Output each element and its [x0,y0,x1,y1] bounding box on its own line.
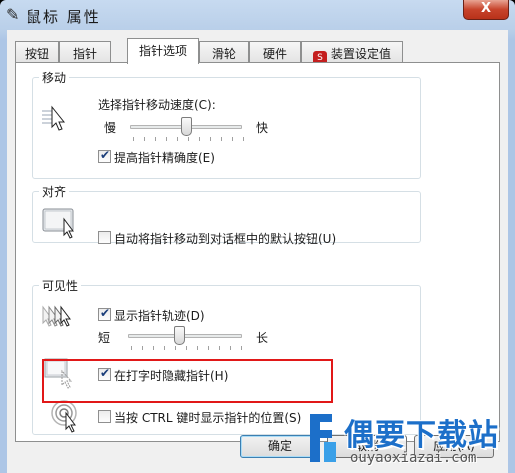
watermark-logo-icon [310,414,336,462]
short-label: 短 [98,331,111,345]
speed-slider-thumb[interactable] [181,117,192,136]
tab-pointer-options[interactable]: 指针选项 [127,38,199,64]
speed-label: 选择指针移动速度(C): [98,98,216,112]
tab-device-settings[interactable]: S 装置设定值 [301,41,403,65]
show-location-icon [51,400,77,433]
tab-wheel[interactable]: 滑轮 [199,41,249,63]
ctrl-locate-checkbox[interactable] [98,410,111,423]
tab-label: 装置设定值 [330,47,391,61]
snap-label[interactable]: 自动将指针移动到对话框中的默认按钮(U) [114,230,336,247]
snap-group-label: 对齐 [39,183,70,200]
tab-hardware[interactable]: 硬件 [249,41,301,63]
precision-label[interactable]: 提高指针精确度(E) [114,149,215,166]
tab-buttons[interactable]: 按钮 [15,41,59,63]
snap-to-icon [42,208,74,239]
watermark: 偶要下载站 ouyaoxiazai.com [302,410,515,473]
tab-label: 滑轮 [211,47,236,61]
watermark-url: ouyaoxiazai.com [350,450,477,466]
precision-checkbox[interactable] [98,148,111,163]
trails-slider-ticks [131,346,243,350]
highlight-box [42,359,333,403]
long-label: 长 [256,331,269,345]
dialog-client: 按钮 指针 指针选项 滑轮 硬件 S 装置设定值 移动 选择指针移动速度(C): … [7,30,508,473]
ctrl-locate-label[interactable]: 当按 CTRL 键时显示指针的位置(S) [114,409,301,426]
tab-label: 硬件 [262,47,287,61]
snap-checkbox[interactable] [98,231,111,244]
mouse-icon: ✎ [6,5,20,24]
dialog-window: ✎ 鼠标 属性 X 按钮 指针 指针选项 滑轮 硬件 S 装置设定值 移动 选择… [0,0,515,473]
tab-pointers[interactable]: 指针 [59,41,111,63]
watermark-title: 偶要下载站 [344,418,499,453]
speed-slider-ticks [133,137,245,141]
pointer-speed-icon [42,105,66,131]
fast-label: 快 [256,121,269,135]
close-button[interactable]: X [463,0,509,20]
motion-group-label: 移动 [39,69,70,86]
trails-slider-thumb[interactable] [174,326,186,345]
visibility-group-label: 可见性 [39,277,82,294]
tab-label: 按钮 [24,47,49,61]
title-bar[interactable]: ✎ 鼠标 属性 X [0,0,515,30]
pointer-trails-icon [42,305,71,327]
tab-label: 指针 [72,47,97,61]
window-title: 鼠标 属性 [26,8,101,26]
slow-label: 慢 [104,121,117,135]
trails-checkbox[interactable] [98,306,111,321]
trails-label[interactable]: 显示指针轨迹(D) [114,307,205,324]
tab-label: 指针选项 [138,44,187,58]
